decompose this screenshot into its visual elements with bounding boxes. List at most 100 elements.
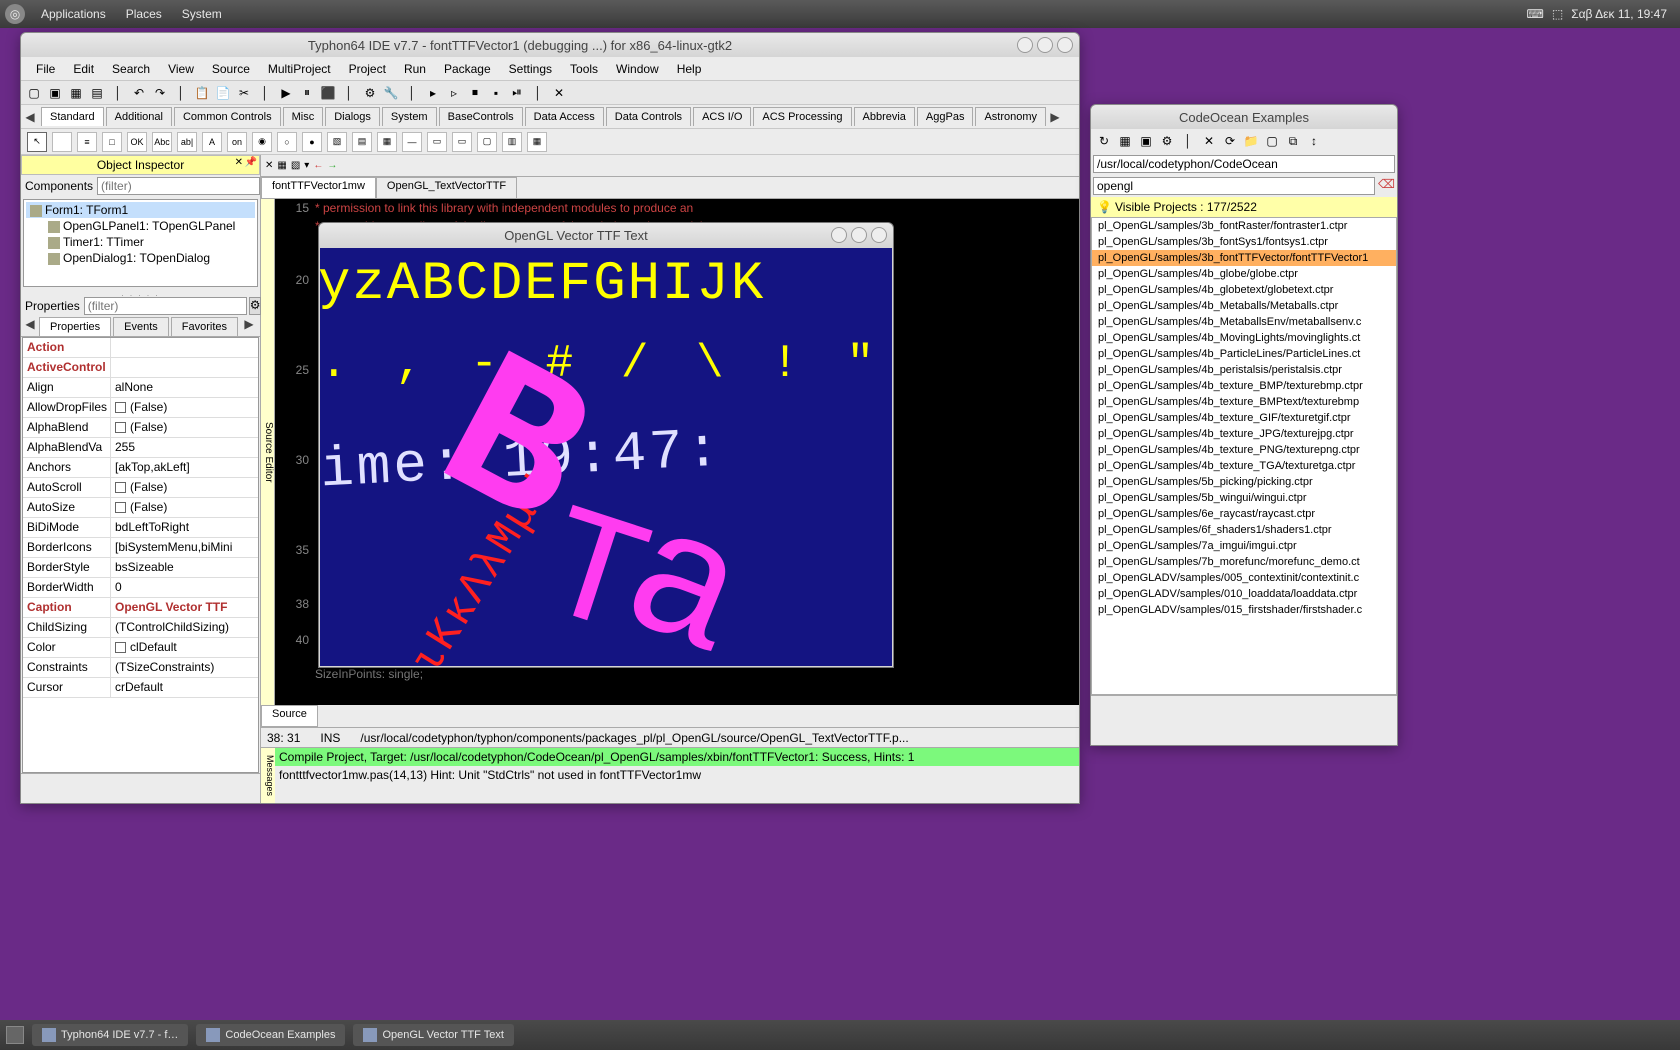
toolbar-icon[interactable]: 🔧 (382, 84, 400, 102)
project-item[interactable]: pl_OpenGLADV/samples/010_loaddata/loadda… (1092, 586, 1396, 602)
property-row[interactable]: BorderWidth0 (23, 578, 258, 598)
toolbar-icon[interactable]: │ (109, 84, 127, 102)
close-icon[interactable] (1057, 37, 1073, 53)
toolbar-icon[interactable]: ⏸ (298, 84, 316, 102)
palette-widget[interactable]: ▥ (502, 132, 522, 152)
toolbar-icon[interactable]: ✕ (550, 84, 568, 102)
project-item[interactable]: pl_OpenGL/samples/4b_Metaballs/Metaballs… (1092, 298, 1396, 314)
toolbar-icon[interactable]: ▢ (25, 84, 43, 102)
palette-widget[interactable]: — (402, 132, 422, 152)
palette-widget[interactable]: ▦ (377, 132, 397, 152)
property-row[interactable]: ColorclDefault (23, 638, 258, 658)
selection-tool-icon[interactable]: ↖ (27, 132, 47, 152)
menu-settings[interactable]: Settings (500, 59, 561, 79)
menu-view[interactable]: View (159, 59, 203, 79)
codeocean-titlebar[interactable]: CodeOcean Examples (1091, 105, 1397, 129)
palette-tab[interactable]: AggPas (917, 107, 974, 126)
nav-forward-icon[interactable]: → (327, 160, 337, 171)
palette-tab[interactable]: Data Controls (606, 107, 691, 126)
codeocean-tool-icon[interactable]: ⟳ (1221, 132, 1239, 150)
toolbar-icon[interactable]: │ (172, 84, 190, 102)
palette-widget[interactable]: A (202, 132, 222, 152)
palette-widget[interactable]: OK (127, 132, 147, 152)
property-row[interactable]: BiDiModebdLeftToRight (23, 518, 258, 538)
project-item[interactable]: pl_OpenGL/samples/6f_shaders1/shaders1.c… (1092, 522, 1396, 538)
tree-node[interactable]: OpenGLPanel1: TOpenGLPanel (26, 218, 255, 234)
palette-widget[interactable]: ▧ (327, 132, 347, 152)
palette-widget[interactable]: ● (302, 132, 322, 152)
toolbar-icon[interactable]: ⏹ (466, 84, 484, 102)
codeocean-filter-input[interactable] (1093, 177, 1375, 195)
codeocean-tool-icon[interactable]: ▣ (1137, 132, 1155, 150)
project-item[interactable]: pl_OpenGL/samples/3b_fontSys1/fontsys1.c… (1092, 234, 1396, 250)
close-icon[interactable] (871, 227, 887, 243)
tree-node[interactable]: OpenDialog1: TOpenDialog (26, 250, 255, 266)
pin-icon[interactable]: 📌 (245, 157, 257, 168)
codeocean-tool-icon[interactable]: ↕ (1305, 132, 1323, 150)
palette-widget[interactable]: ≡ (77, 132, 97, 152)
property-row[interactable]: CaptionOpenGL Vector TTF (23, 598, 258, 618)
palette-widget[interactable]: ▦ (527, 132, 547, 152)
menu-window[interactable]: Window (607, 59, 668, 79)
prop-tab[interactable]: Favorites (171, 317, 238, 336)
project-item[interactable]: pl_OpenGL/samples/4b_MetaballsEnv/metaba… (1092, 314, 1396, 330)
compile-success-message[interactable]: Compile Project, Target: /usr/local/code… (275, 748, 1079, 766)
opengl-canvas[interactable]: yzABCDEFGHIJK . , - # / \ ! " % & ( ime:… (320, 248, 892, 666)
editor-icon[interactable]: ▧ (291, 160, 300, 171)
clear-filter-icon[interactable]: ⌫ (1378, 177, 1395, 195)
prop-tab[interactable]: Events (113, 317, 169, 336)
project-item[interactable]: pl_OpenGL/samples/4b_texture_PNG/texture… (1092, 442, 1396, 458)
keyboard-icon[interactable]: ⌨ (1527, 7, 1544, 21)
properties-filter-input[interactable] (84, 297, 247, 315)
property-grid[interactable]: ActionActiveControlAlignalNoneAllowDropF… (22, 337, 259, 773)
toolbar-icon[interactable]: ⏯ (508, 84, 526, 102)
palette-tab[interactable]: Additional (106, 107, 172, 126)
toolbar-icon[interactable]: ▣ (46, 84, 64, 102)
property-row[interactable]: BorderStylebsSizeable (23, 558, 258, 578)
menu-project[interactable]: Project (340, 59, 395, 79)
project-item[interactable]: pl_OpenGL/samples/4b_globetext/globetext… (1092, 282, 1396, 298)
property-row[interactable]: AlphaBlendVa255 (23, 438, 258, 458)
system-menu[interactable]: System (172, 7, 232, 21)
palette-tab[interactable]: ACS Processing (753, 107, 851, 126)
minimize-icon[interactable] (1017, 37, 1033, 53)
project-item[interactable]: pl_OpenGL/samples/6e_raycast/raycast.ctp… (1092, 506, 1396, 522)
project-item[interactable]: pl_OpenGL/samples/4b_MovingLights/moving… (1092, 330, 1396, 346)
toolbar-icon[interactable]: ▹ (445, 84, 463, 102)
apps-menu[interactable]: Applications (31, 7, 116, 21)
compile-hint-message[interactable]: fontttfvector1mw.pas(14,13) Hint: Unit "… (275, 766, 1079, 784)
codeocean-tool-icon[interactable]: ▦ (1116, 132, 1134, 150)
filter-button-icon[interactable]: ⚙ (249, 297, 262, 315)
codeocean-tool-icon[interactable]: ⚙ (1158, 132, 1176, 150)
codeocean-tool-icon[interactable]: ▢ (1263, 132, 1281, 150)
system-logo-icon[interactable]: ◎ (5, 4, 25, 24)
palette-tab[interactable]: BaseControls (439, 107, 523, 126)
maximize-icon[interactable] (1037, 37, 1053, 53)
show-desktop-icon[interactable] (6, 1026, 24, 1044)
taskbar-entry[interactable]: CodeOcean Examples (196, 1024, 345, 1046)
toolbar-icon[interactable]: │ (256, 84, 274, 102)
toolbar-icon[interactable]: ▶ (277, 84, 295, 102)
toolbar-icon[interactable]: ▪ (487, 84, 505, 102)
toolbar-icon[interactable]: ⬛ (319, 84, 337, 102)
minimize-icon[interactable] (831, 227, 847, 243)
palette-scroll-right-icon[interactable]: ▶ (1046, 110, 1064, 124)
palette-widget[interactable]: ▢ (477, 132, 497, 152)
codeocean-path-input[interactable] (1093, 155, 1395, 173)
toolbar-icon[interactable]: ⚙ (361, 84, 379, 102)
codeocean-tool-icon[interactable]: │ (1179, 132, 1197, 150)
toolbar-icon[interactable]: │ (340, 84, 358, 102)
codeocean-tool-icon[interactable]: ⧉ (1284, 132, 1302, 150)
property-row[interactable]: Action (23, 338, 258, 358)
palette-tab[interactable]: Data Access (525, 107, 604, 126)
menu-help[interactable]: Help (668, 59, 711, 79)
project-item[interactable]: pl_OpenGL/samples/4b_ParticleLines/Parti… (1092, 346, 1396, 362)
toolbar-icon[interactable]: │ (529, 84, 547, 102)
palette-widget[interactable]: ▤ (352, 132, 372, 152)
palette-tab[interactable]: Standard (41, 107, 104, 126)
codeocean-tool-icon[interactable]: 📁 (1242, 132, 1260, 150)
property-row[interactable]: Constraints(TSizeConstraints) (23, 658, 258, 678)
property-row[interactable]: AlignalNone (23, 378, 258, 398)
tree-node[interactable]: Timer1: TTimer (26, 234, 255, 250)
menu-run[interactable]: Run (395, 59, 435, 79)
